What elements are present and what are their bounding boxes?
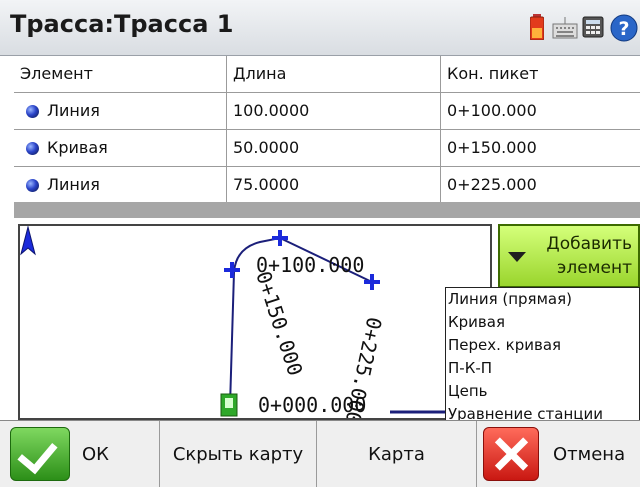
station-label-left: 0+150.000 (251, 268, 307, 378)
elements-table: Элемент Длина Кон. пикет Линия 100.0000 … (14, 56, 640, 204)
alignment-map[interactable]: 0+100.000 0+150.000 0+225.000 0+000.000 (18, 224, 492, 420)
add-element-menu: Линия (прямая) Кривая Перех. кривая П-К-… (445, 287, 640, 433)
length-cell: 75.0000 (226, 167, 440, 203)
cancel-button[interactable]: Отмена (477, 421, 640, 487)
menu-item-pkp[interactable]: П-К-П (446, 357, 639, 380)
element-bullet-icon (26, 142, 39, 155)
menu-item-curve[interactable]: Кривая (446, 311, 639, 334)
element-name: Кривая (47, 138, 108, 157)
keyboard-icon[interactable] (552, 14, 578, 40)
station-marker[interactable] (224, 262, 240, 278)
cancel-label: Отмена (553, 443, 626, 465)
element-bullet-icon (26, 105, 39, 118)
end-station-cell: 0+150.000 (440, 130, 640, 166)
column-header-length[interactable]: Длина (226, 56, 440, 92)
table-row[interactable]: Линия 100.0000 0+100.000 (14, 93, 640, 130)
menu-item-line[interactable]: Линия (прямая) (446, 288, 639, 311)
add-element-button[interactable]: Добавить элемент (498, 224, 640, 288)
length-cell: 50.0000 (226, 130, 440, 166)
calculator-icon[interactable] (582, 14, 604, 40)
bottom-toolbar: ОК Скрыть карту Карта Отмена (0, 420, 640, 487)
map-label: Карта (368, 443, 425, 465)
table-row[interactable]: Кривая 50.0000 0+150.000 (14, 130, 640, 167)
close-icon (483, 427, 539, 481)
hide-map-label: Скрыть карту (172, 443, 304, 465)
alignment-drawing: 0+100.000 0+150.000 0+225.000 0+000.000 (220, 230, 445, 418)
element-cell: Кривая (14, 130, 226, 166)
north-arrow-icon (20, 226, 36, 256)
window-title: Трасса:Трасса 1 (10, 10, 234, 38)
table-row[interactable]: Линия 75.0000 0+225.000 (14, 167, 640, 204)
element-name: Линия (47, 175, 100, 194)
station-label-bottom: 0+000.000 (258, 393, 366, 417)
battery-icon[interactable] (530, 14, 544, 40)
svg-text:?: ? (618, 18, 629, 40)
checkmark-icon (10, 427, 70, 481)
length-cell: 100.0000 (226, 93, 440, 129)
menu-item-chain[interactable]: Цепь (446, 380, 639, 403)
element-cell: Линия (14, 167, 226, 203)
column-header-element[interactable]: Элемент (14, 56, 226, 92)
station-marker[interactable] (364, 274, 380, 290)
element-name: Линия (47, 101, 100, 120)
element-bullet-icon (26, 179, 39, 192)
help-icon[interactable]: ? (610, 14, 638, 42)
station-marker[interactable] (272, 230, 288, 246)
dropdown-arrow-icon (508, 252, 526, 262)
title-bar: Трасса:Трасса 1 ? (0, 0, 640, 56)
table-scroll-area[interactable] (14, 202, 640, 218)
ok-button[interactable]: ОК (0, 421, 160, 487)
start-point-icon[interactable] (220, 393, 238, 417)
ok-label: ОК (82, 443, 109, 465)
map-button[interactable]: Карта (317, 421, 477, 487)
column-header-end-station[interactable]: Кон. пикет (440, 56, 640, 92)
element-cell: Линия (14, 93, 226, 129)
hide-map-button[interactable]: Скрыть карту (160, 421, 317, 487)
menu-item-transition-curve[interactable]: Перех. кривая (446, 334, 639, 357)
table-header: Элемент Длина Кон. пикет (14, 56, 640, 93)
end-station-cell: 0+225.000 (440, 167, 640, 203)
end-station-cell: 0+100.000 (440, 93, 640, 129)
